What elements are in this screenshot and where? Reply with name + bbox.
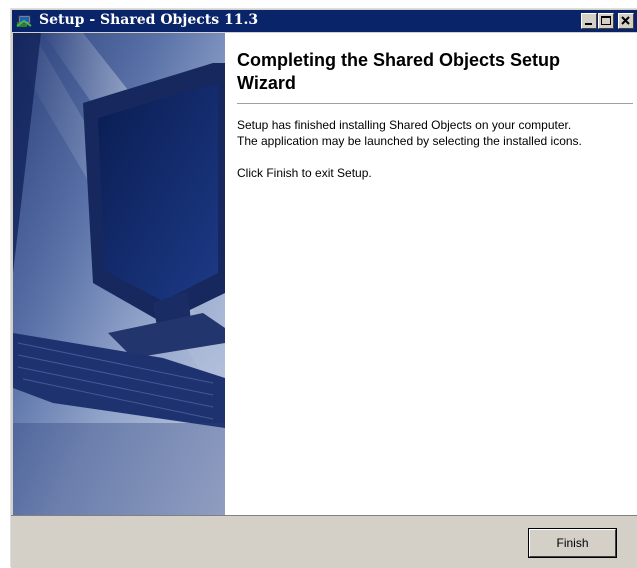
maximize-icon — [601, 16, 611, 25]
button-bar: Finish — [11, 515, 637, 568]
page-title-line1: Completing the Shared Objects Setup — [237, 50, 561, 70]
finished-message-line2: The application may be launched by selec… — [237, 134, 582, 148]
minimize-button[interactable] — [581, 13, 597, 29]
wizard-content: Completing the Shared Objects Setup Wiza… — [225, 33, 637, 515]
setup-window: Setup - Shared Objects 11.3 Completing t… — [10, 8, 637, 568]
page-title-line2: Wizard — [237, 73, 296, 93]
setup-wizard-icon — [16, 13, 33, 29]
page-title: Completing the Shared Objects Setup Wiza… — [237, 49, 627, 95]
window-title: Setup - Shared Objects 11.3 — [39, 12, 259, 28]
finish-button[interactable]: Finish — [528, 528, 617, 558]
finished-message-line1: Setup has finished installing Shared Obj… — [237, 118, 572, 132]
divider — [237, 103, 633, 105]
wizard-side-image — [13, 33, 225, 515]
minimize-icon — [585, 23, 592, 25]
close-icon — [621, 16, 630, 25]
title-bar[interactable]: Setup - Shared Objects 11.3 — [12, 10, 637, 32]
exit-instruction: Click Finish to exit Setup. — [237, 166, 372, 180]
close-button[interactable] — [618, 13, 634, 29]
maximize-button[interactable] — [598, 13, 614, 29]
